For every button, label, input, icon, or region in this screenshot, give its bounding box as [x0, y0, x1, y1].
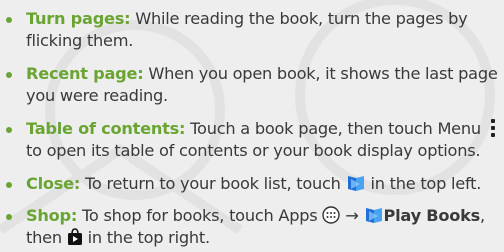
arrow: →	[345, 206, 359, 225]
description: Touch a book page, then touch Menu	[190, 119, 481, 138]
description-cont: then	[26, 228, 62, 247]
bullet	[6, 127, 12, 133]
play-books-icon	[346, 174, 366, 198]
description-cont: flicking them.	[26, 31, 134, 50]
description: While reading the book, turn the pages b…	[135, 9, 468, 28]
description-cont: you were reading.	[26, 86, 168, 105]
term-recent-page: Recent page:	[26, 64, 144, 83]
apps-icon	[322, 206, 341, 230]
term-close: Close:	[26, 174, 81, 193]
play-books-label: Play Books	[383, 206, 481, 225]
bullet	[6, 182, 12, 188]
description: When you open book, it shows the last pa…	[148, 64, 498, 83]
term-turn-pages: Turn pages:	[26, 9, 131, 28]
description: To return to your book list, touch	[85, 174, 341, 193]
menu-icon	[490, 119, 496, 137]
shop-icon	[67, 228, 83, 252]
description-end: in the top right.	[87, 228, 210, 247]
comma: ,	[480, 206, 485, 225]
description-cont: to open its table of contents or your bo…	[26, 141, 481, 160]
description: To shop for books, touch Apps	[82, 206, 318, 225]
term-shop: Shop:	[26, 206, 78, 225]
bullet	[6, 214, 12, 220]
bullet	[6, 17, 12, 23]
description-end: in the top left.	[370, 174, 482, 193]
term-table-of-contents: Table of contents:	[26, 119, 186, 138]
bullet	[6, 72, 12, 78]
play-books-icon	[364, 206, 384, 230]
